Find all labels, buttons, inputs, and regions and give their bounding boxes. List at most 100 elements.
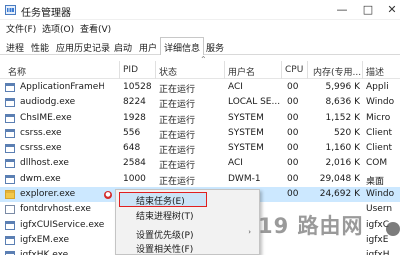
cell-cpu: 00 [287, 112, 299, 123]
menu-set-affinity[interactable]: 设置相关性(F) [136, 242, 193, 255]
cell-pid: 556 [123, 127, 141, 138]
column-memory[interactable]: 内存(专用... [313, 65, 361, 78]
cell-username: ACI [228, 82, 243, 92]
window-icon [5, 235, 15, 245]
cell-description: igfxE [366, 234, 389, 245]
cell-username: SYSTEM [228, 143, 264, 154]
window-icon [5, 251, 15, 255]
folder-icon [5, 190, 15, 200]
table-row[interactable]: audiodg.exe 8224 正在运行 LOCAL SE... 00 8,636 K W… [0, 95, 400, 110]
cell-description: Client [366, 127, 393, 138]
tab-users[interactable]: 用户 [136, 38, 160, 55]
minimize-button[interactable]: — [335, 3, 349, 17]
menu-file[interactable]: 文件(F) [6, 22, 36, 35]
cell-memory: 1,160 K [325, 143, 360, 154]
cell-cpu: 00 [287, 82, 299, 92]
cell-name: igfxHK.exe [20, 250, 104, 255]
cell-username: SYSTEM [228, 127, 264, 138]
cell-username: SYSTEM [228, 112, 264, 123]
cell-name: igfxCUIService.exe [20, 219, 104, 230]
cell-description: Usern [366, 204, 393, 215]
window-icon [5, 174, 15, 184]
column-pid[interactable]: PID [123, 65, 138, 75]
collapse-chevron-icon[interactable]: ⌃ [200, 55, 207, 64]
cell-status: 正在运行 [159, 146, 196, 157]
cell-description: Micro [366, 112, 391, 123]
menu-end-task[interactable]: 结束任务(E) [136, 194, 185, 207]
tab-details[interactable]: 详细信息 [160, 37, 205, 56]
cell-pid: 8224 [123, 97, 146, 108]
close-button[interactable]: ✕ [385, 3, 399, 17]
cell-name: csrss.exe [20, 127, 62, 138]
tab-services[interactable]: 服务 [203, 38, 227, 55]
column-divider[interactable] [155, 61, 156, 79]
column-divider[interactable] [224, 61, 225, 79]
column-name[interactable]: 名称 [8, 65, 26, 78]
column-status[interactable]: 状态 [159, 65, 177, 78]
cell-name: ChsIME.exe [20, 112, 72, 123]
title-bar: 任务管理器 — □ ✕ [0, 0, 400, 20]
cell-memory: 1,152 K [325, 112, 360, 123]
menu-end-process-tree[interactable]: 结束进程树(T) [136, 209, 194, 222]
cell-description: Windo [366, 97, 395, 108]
watermark-text: 19 路由网 [258, 214, 364, 238]
cell-status: 正在运行 [159, 85, 196, 95]
tab-startup[interactable]: 启动 [111, 38, 135, 55]
cell-status: 正在运行 [159, 100, 196, 111]
window-icon [5, 159, 15, 169]
column-divider[interactable] [307, 61, 308, 79]
cell-name: dllhost.exe [20, 158, 69, 169]
cell-name: fontdrvhost.exe [20, 204, 91, 215]
table-row[interactable]: dllhost.exe 2584 正在运行 ACI 00 2,016 K COM [0, 156, 400, 171]
table-row[interactable]: csrss.exe 556 正在运行 SYSTEM 00 520 K Client [0, 126, 400, 141]
tab-app-history[interactable]: 应用历史记录 [53, 38, 113, 55]
cell-memory: 29,048 K [319, 173, 360, 184]
menu-options[interactable]: 选项(O) [42, 22, 74, 35]
tab-processes[interactable]: 进程 [3, 38, 27, 55]
cell-status: 正在运行 [159, 161, 196, 172]
column-description[interactable]: 描述 [366, 65, 384, 78]
watermark-logo-icon [386, 222, 400, 236]
table-row[interactable]: csrss.exe 648 正在运行 SYSTEM 00 1,160 K Client [0, 141, 400, 156]
cell-description: Windo [366, 189, 395, 200]
cell-memory: 5,996 K [325, 82, 360, 92]
tab-performance[interactable]: 性能 [28, 38, 52, 55]
suspended-status-icon: ● [104, 191, 112, 200]
table-row[interactable]: ApplicationFrameHost... 10528 正在运行 ACI 00 5,9… [0, 80, 400, 95]
menu-set-priority[interactable]: 设置优先级(P) [136, 228, 193, 241]
cell-name: ApplicationFrameHost... [20, 82, 104, 92]
cell-status: 正在运行 [159, 176, 196, 187]
cell-name: audiodg.exe [20, 97, 76, 108]
column-username[interactable]: 用户名 [228, 65, 255, 78]
column-divider[interactable] [119, 61, 120, 79]
cell-cpu: 00 [287, 158, 299, 169]
cell-description: COM [366, 158, 388, 169]
table-row[interactable]: dwm.exe 1000 正在运行 DWM-1 00 29,048 K 桌面 [0, 172, 400, 187]
cell-memory: 24,692 K [319, 189, 360, 200]
cell-username: LOCAL SE... [228, 97, 280, 108]
submenu-arrow-icon: › [248, 228, 251, 236]
cell-pid: 1000 [123, 173, 146, 184]
cell-name: explorer.exe [20, 189, 76, 200]
cell-status: 正在运行 [159, 115, 196, 126]
window-title: 任务管理器 [21, 8, 71, 19]
column-divider[interactable] [281, 61, 282, 79]
cell-pid: 2584 [123, 158, 146, 169]
maximize-button[interactable]: □ [361, 3, 375, 17]
column-cpu[interactable]: CPU [285, 65, 303, 75]
cell-name: csrss.exe [20, 143, 62, 154]
cell-cpu: 00 [287, 143, 299, 154]
menu-view[interactable]: 查看(V) [80, 22, 111, 35]
cell-description: 桌面 [366, 176, 385, 187]
column-divider[interactable] [362, 61, 363, 79]
cell-memory: 2,016 K [325, 158, 360, 169]
cell-pid: 10528 [123, 82, 152, 92]
cell-memory: 8,636 K [325, 97, 360, 108]
table-row[interactable]: ChsIME.exe 1928 正在运行 SYSTEM 00 1,152 K Micro [0, 111, 400, 126]
cell-status: 正在运行 [159, 130, 196, 141]
cell-pid: 648 [123, 143, 141, 154]
column-header-row: ⌃ 名称 PID 状态 用户名 CPU 内存(专用... 描述 [0, 55, 400, 79]
cell-cpu: 00 [287, 189, 299, 200]
blank-app-icon [5, 205, 15, 215]
window-icon [5, 98, 15, 108]
